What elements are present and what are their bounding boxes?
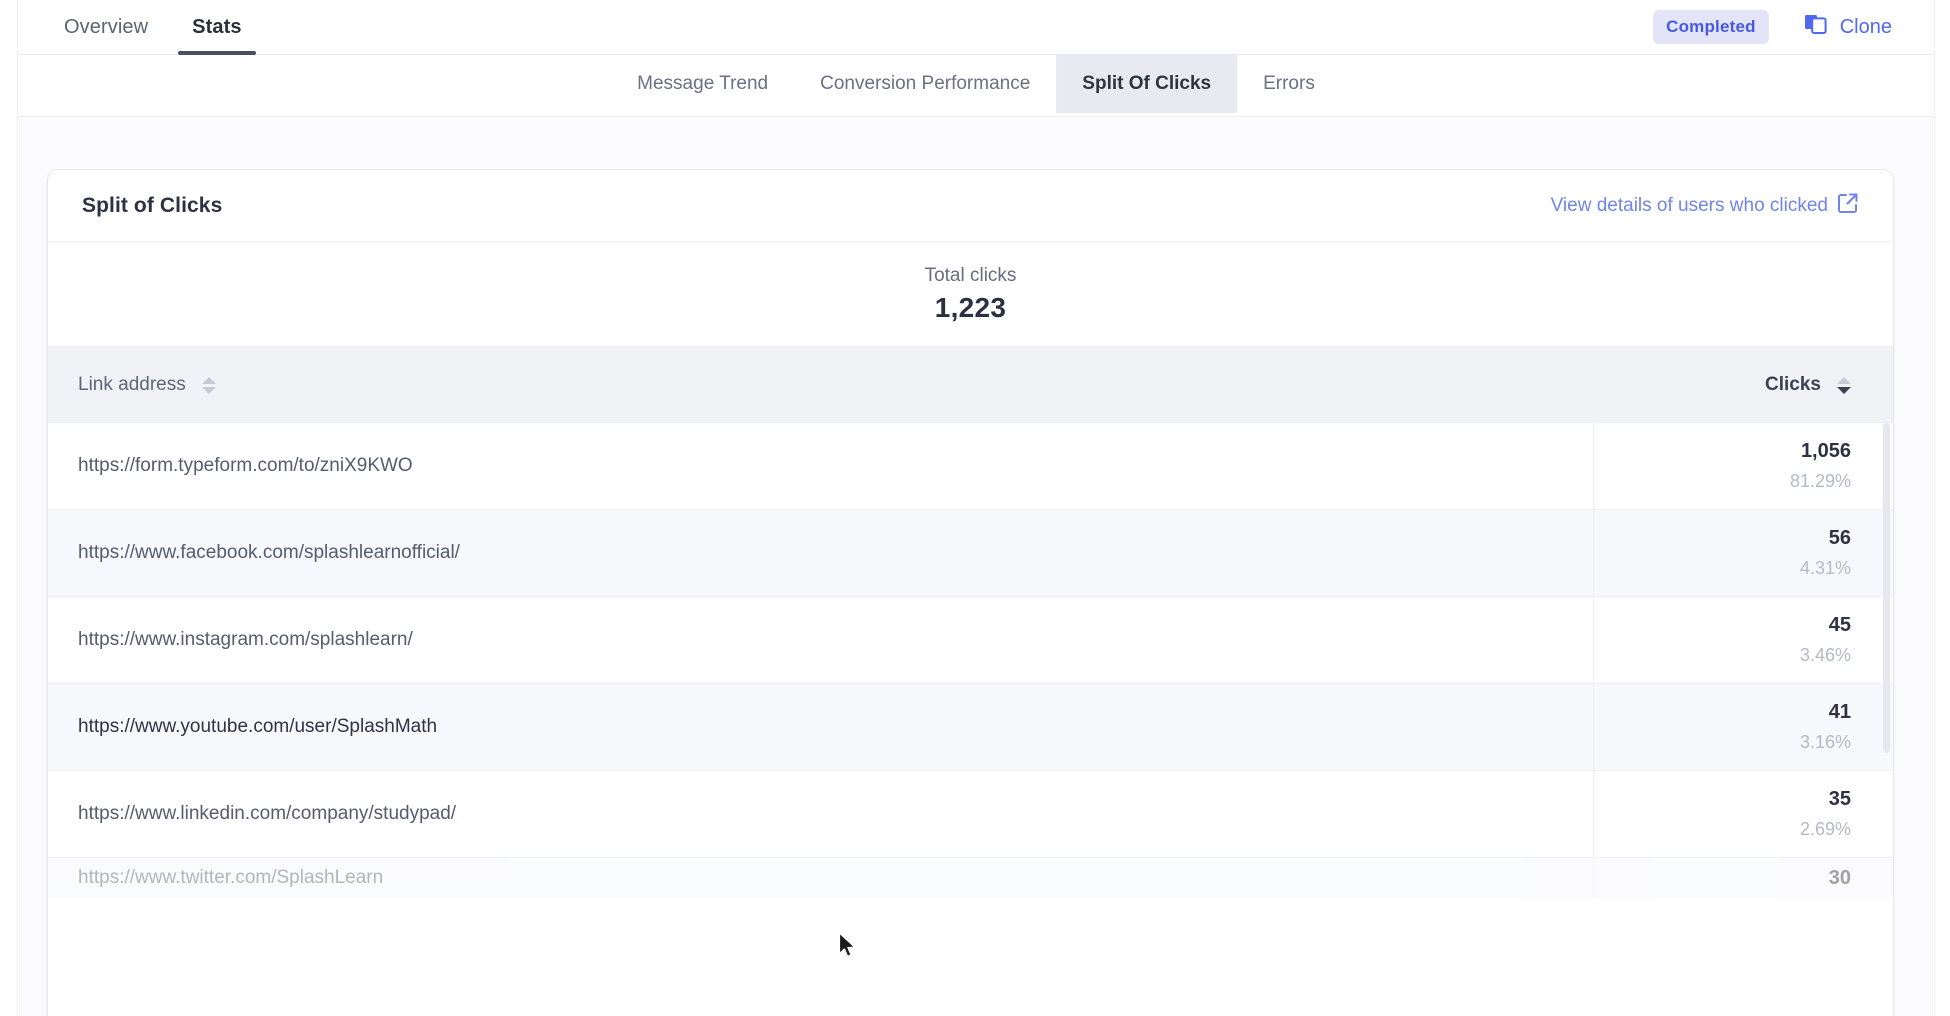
table-row[interactable]: https://www.youtube.com/user/SplashMath … (48, 684, 1893, 771)
tab-overview-label: Overview (64, 15, 149, 38)
table-body: https://form.typeform.com/to/zniX9KWO 1,… (48, 423, 1893, 898)
subtab-message-trend-label: Message Trend (637, 73, 769, 94)
table-row[interactable]: https://www.linkedin.com/company/studypa… (48, 771, 1893, 858)
clicks-table: Link address Clicks https://form.typefor… (48, 346, 1893, 898)
split-of-clicks-card: Split of Clicks View details of users wh… (48, 170, 1893, 1016)
clicks-percent: 3.46% (1799, 645, 1851, 665)
clone-button-label: Clone (1839, 15, 1892, 38)
status-badge: Completed (1653, 10, 1769, 44)
sort-icon-link-address[interactable] (201, 376, 216, 394)
top-bar-actions: Completed Clone (1653, 10, 1892, 44)
clicks-value: 35 (1828, 788, 1851, 810)
clicks-percent: 4.31% (1799, 558, 1851, 578)
tab-overview[interactable]: Overview (42, 0, 170, 55)
total-clicks-value: 1,223 (934, 291, 1007, 323)
table-header-row: Link address Clicks (48, 347, 1893, 423)
cell-link-address: https://www.instagram.com/splashlearn/ (78, 629, 413, 650)
subtab-errors-label: Errors (1263, 73, 1315, 94)
cell-clicks: 35 2.69% (1593, 771, 1893, 857)
cell-link-address: https://www.linkedin.com/company/studypa… (78, 803, 457, 824)
external-link-icon (1837, 192, 1859, 220)
subtab-conversion-performance-label: Conversion Performance (820, 73, 1031, 94)
total-clicks-label: Total clicks (924, 264, 1017, 286)
subtab-split-of-clicks-label: Split Of Clicks (1082, 73, 1212, 94)
scrollbar-thumb[interactable] (1883, 423, 1890, 753)
view-details-link[interactable]: View details of users who clicked (1551, 192, 1859, 220)
tab-stats[interactable]: Stats (170, 0, 263, 55)
card-title: Split of Clicks (82, 193, 223, 217)
caret-up-icon (201, 376, 216, 384)
clicks-percent: 3.16% (1799, 732, 1851, 752)
sort-icon-clicks[interactable] (1837, 376, 1851, 394)
table-row[interactable]: https://www.facebook.com/splashlearnoffi… (48, 510, 1893, 597)
caret-up-icon (1837, 376, 1851, 384)
subtab-conversion-performance[interactable]: Conversion Performance (794, 55, 1056, 113)
tab-stats-label: Stats (192, 15, 242, 38)
total-clicks-block: Total clicks 1,223 (48, 242, 1893, 346)
cell-clicks: 30 (1593, 858, 1893, 898)
top-bar: Overview Stats Completed Clone (18, 0, 1934, 55)
table-row[interactable]: https://form.typeform.com/to/zniX9KWO 1,… (48, 423, 1893, 510)
table-row[interactable]: https://www.instagram.com/splashlearn/ 4… (48, 597, 1893, 684)
subtab-split-of-clicks[interactable]: Split Of Clicks (1056, 55, 1238, 113)
cell-link-address: https://www.youtube.com/user/SplashMath (78, 716, 438, 737)
clicks-value: 56 (1828, 527, 1851, 549)
caret-down-icon (201, 386, 216, 394)
subtab-errors[interactable]: Errors (1237, 55, 1341, 113)
clicks-value: 41 (1828, 701, 1851, 723)
page-left-gutter (0, 0, 18, 1016)
cell-link-address: https://www.twitter.com/SplashLearn (78, 867, 384, 888)
sub-tabs-bar: Message Trend Conversion Performance Spl… (18, 55, 1934, 117)
cell-clicks: 41 3.16% (1593, 684, 1893, 770)
cell-clicks: 56 4.31% (1593, 510, 1893, 596)
clicks-percent: 81.29% (1789, 471, 1851, 491)
table-row[interactable]: https://www.twitter.com/SplashLearn 30 (48, 858, 1893, 898)
table-vertical-scrollbar[interactable] (1883, 423, 1890, 1013)
copy-icon (1803, 11, 1829, 43)
clicks-value: 45 (1828, 614, 1851, 636)
column-header-clicks[interactable]: Clicks (1593, 374, 1893, 396)
column-header-clicks-label: Clicks (1765, 374, 1821, 395)
clicks-value: 30 (1828, 866, 1851, 889)
clone-button[interactable]: Clone (1803, 11, 1892, 43)
stats-page: Overview Stats Completed Clone Message T… (0, 0, 1950, 1016)
view-details-label: View details of users who clicked (1550, 194, 1828, 216)
cell-clicks: 1,056 81.29% (1593, 423, 1893, 509)
column-header-link-address-label: Link address (78, 374, 186, 395)
cell-link-address: https://www.facebook.com/splashlearnoffi… (78, 542, 460, 563)
clicks-percent: 2.69% (1799, 819, 1851, 839)
clicks-value: 1,056 (1800, 440, 1851, 462)
card-header: Split of Clicks View details of users wh… (48, 170, 1893, 242)
primary-tabs: Overview Stats (42, 0, 264, 55)
subtab-message-trend[interactable]: Message Trend (611, 55, 794, 113)
column-header-link-address[interactable]: Link address (48, 374, 1593, 396)
cell-clicks: 45 3.46% (1593, 597, 1893, 683)
sub-tabs: Message Trend Conversion Performance Spl… (611, 55, 1341, 113)
caret-down-icon (1837, 386, 1851, 394)
page-right-gutter (1934, 0, 1950, 1016)
cell-link-address: https://form.typeform.com/to/zniX9KWO (78, 455, 413, 476)
